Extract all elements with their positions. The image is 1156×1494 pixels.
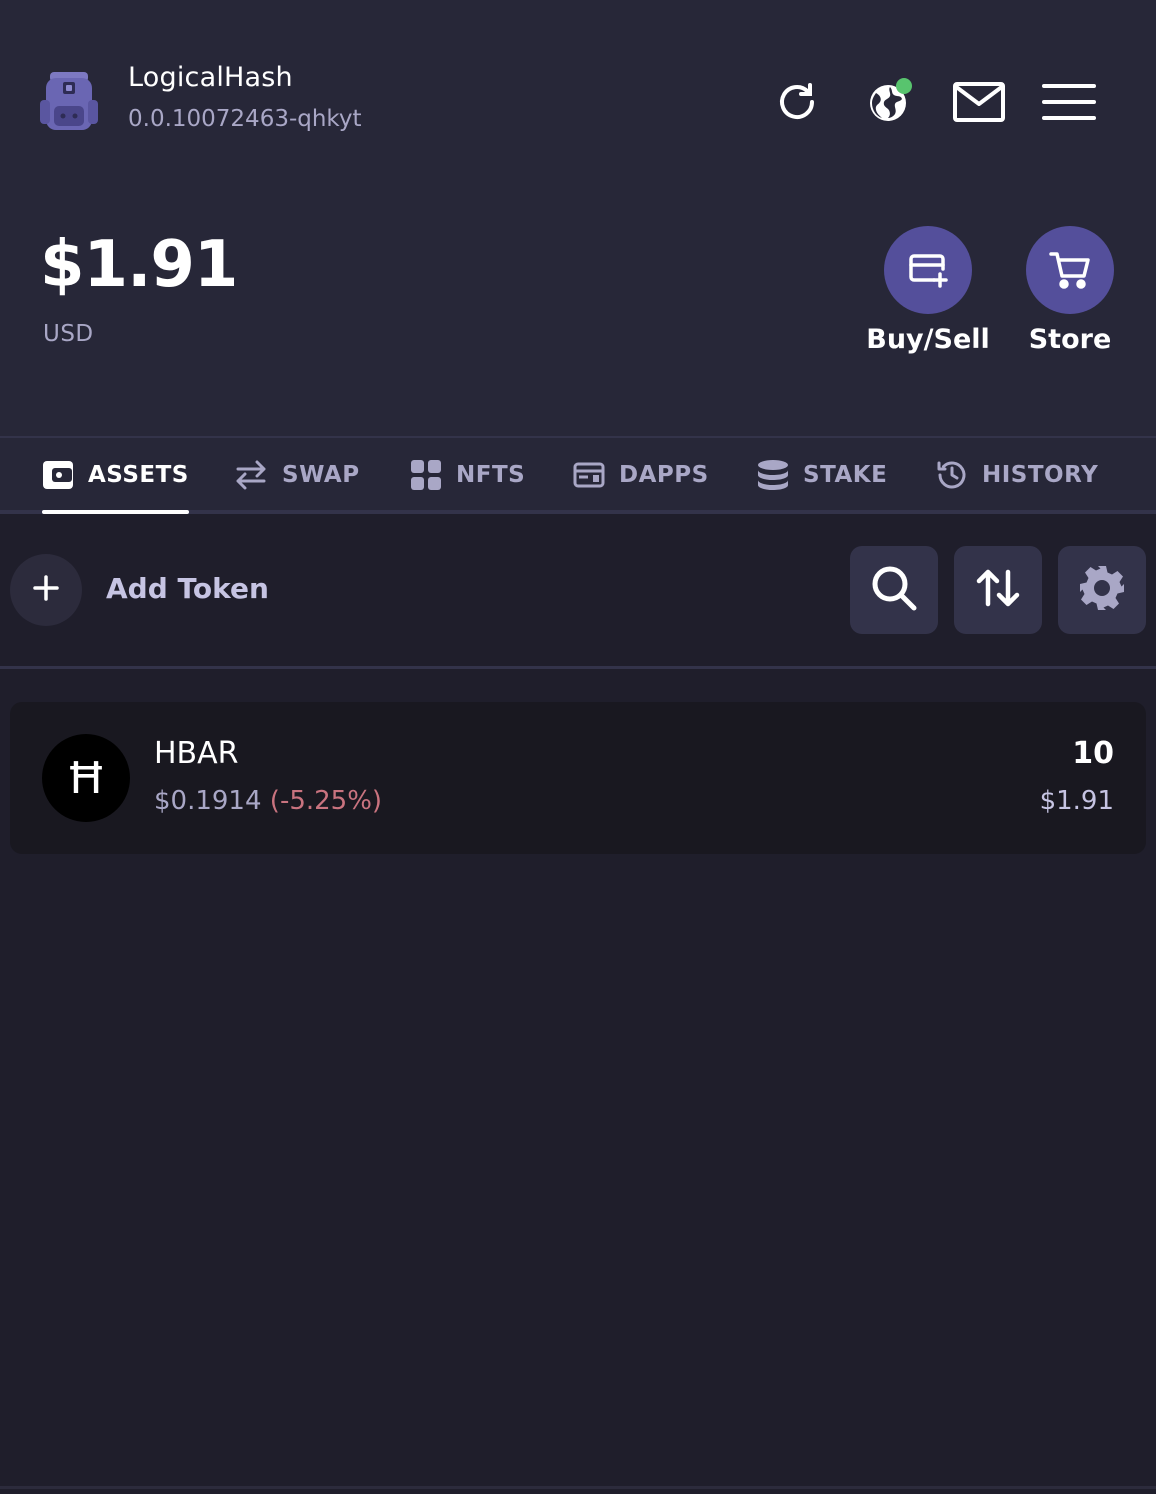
hbar-logo-icon: Ħ bbox=[42, 734, 130, 822]
token-row-hbar[interactable]: Ħ HBAR $0.1914 (-5.25%) 10 $1.91 bbox=[10, 702, 1146, 854]
store-button[interactable]: Store bbox=[1005, 226, 1135, 355]
hbar-logo-letter: Ħ bbox=[65, 752, 107, 804]
token-symbol: HBAR bbox=[154, 736, 239, 771]
token-change: (-5.25%) bbox=[269, 786, 383, 816]
tab-nfts-label: NFTS bbox=[456, 462, 526, 488]
history-icon bbox=[936, 459, 968, 491]
stack-icon bbox=[757, 459, 789, 491]
asset-toolbar: Add Token bbox=[0, 514, 1156, 666]
header-section: LogicalHash 0.0.10072463-qhkyt $1.91 USD… bbox=[0, 0, 1156, 436]
sort-icon bbox=[976, 568, 1020, 612]
token-price: $0.1914 bbox=[154, 786, 262, 816]
grid-icon bbox=[410, 459, 442, 491]
add-token-button[interactable] bbox=[10, 554, 82, 626]
store-label: Store bbox=[1028, 324, 1112, 355]
wallet-icon bbox=[42, 460, 74, 490]
account-id[interactable]: 0.0.10072463-qhkyt bbox=[128, 106, 362, 132]
tab-assets[interactable]: ASSETS bbox=[42, 438, 189, 514]
network-status-dot bbox=[896, 78, 912, 94]
sort-button[interactable] bbox=[954, 546, 1042, 634]
buy-sell-button[interactable]: Buy/Sell bbox=[863, 226, 993, 355]
search-button[interactable] bbox=[850, 546, 938, 634]
refresh-icon[interactable] bbox=[769, 74, 825, 130]
settings-button[interactable] bbox=[1058, 546, 1146, 634]
buy-sell-label: Buy/Sell bbox=[866, 324, 990, 355]
tab-swap-label: SWAP bbox=[282, 462, 360, 488]
balance-amount: $1.91 bbox=[40, 228, 238, 302]
swap-icon bbox=[234, 460, 268, 490]
gear-icon bbox=[1078, 564, 1126, 616]
token-price-line: $0.1914 (-5.25%) bbox=[154, 786, 382, 816]
tab-bar: ASSETS SWAP NFTS DAPPS STAKE HISTORY bbox=[0, 436, 1156, 514]
tab-nfts[interactable]: NFTS bbox=[410, 438, 525, 512]
section-divider bbox=[0, 666, 1156, 669]
menu-icon[interactable] bbox=[1041, 74, 1097, 130]
bottom-divider bbox=[0, 1486, 1156, 1489]
mail-icon[interactable] bbox=[951, 74, 1007, 130]
card-plus-icon bbox=[884, 226, 972, 314]
tab-assets-label: ASSETS bbox=[88, 462, 189, 488]
tab-dapps[interactable]: DAPPS bbox=[573, 438, 709, 512]
tab-swap[interactable]: SWAP bbox=[234, 438, 360, 512]
plus-icon bbox=[33, 575, 59, 605]
wallet-app: LogicalHash 0.0.10072463-qhkyt $1.91 USD… bbox=[0, 0, 1156, 1494]
add-token-label[interactable]: Add Token bbox=[106, 572, 269, 605]
tab-stake-label: STAKE bbox=[803, 462, 888, 488]
dapps-icon bbox=[573, 461, 605, 489]
balance-currency: USD bbox=[43, 321, 94, 347]
cart-icon bbox=[1026, 226, 1114, 314]
account-name[interactable]: LogicalHash bbox=[128, 62, 293, 93]
avatar[interactable] bbox=[40, 70, 98, 134]
globe-icon[interactable] bbox=[861, 74, 917, 130]
tab-history[interactable]: HISTORY bbox=[936, 438, 1098, 512]
tab-dapps-label: DAPPS bbox=[619, 462, 709, 488]
token-amount: 10 bbox=[1072, 736, 1114, 771]
search-icon bbox=[870, 564, 918, 616]
token-value: $1.91 bbox=[1039, 786, 1114, 816]
tab-stake[interactable]: STAKE bbox=[757, 438, 887, 512]
tab-history-label: HISTORY bbox=[982, 462, 1099, 488]
